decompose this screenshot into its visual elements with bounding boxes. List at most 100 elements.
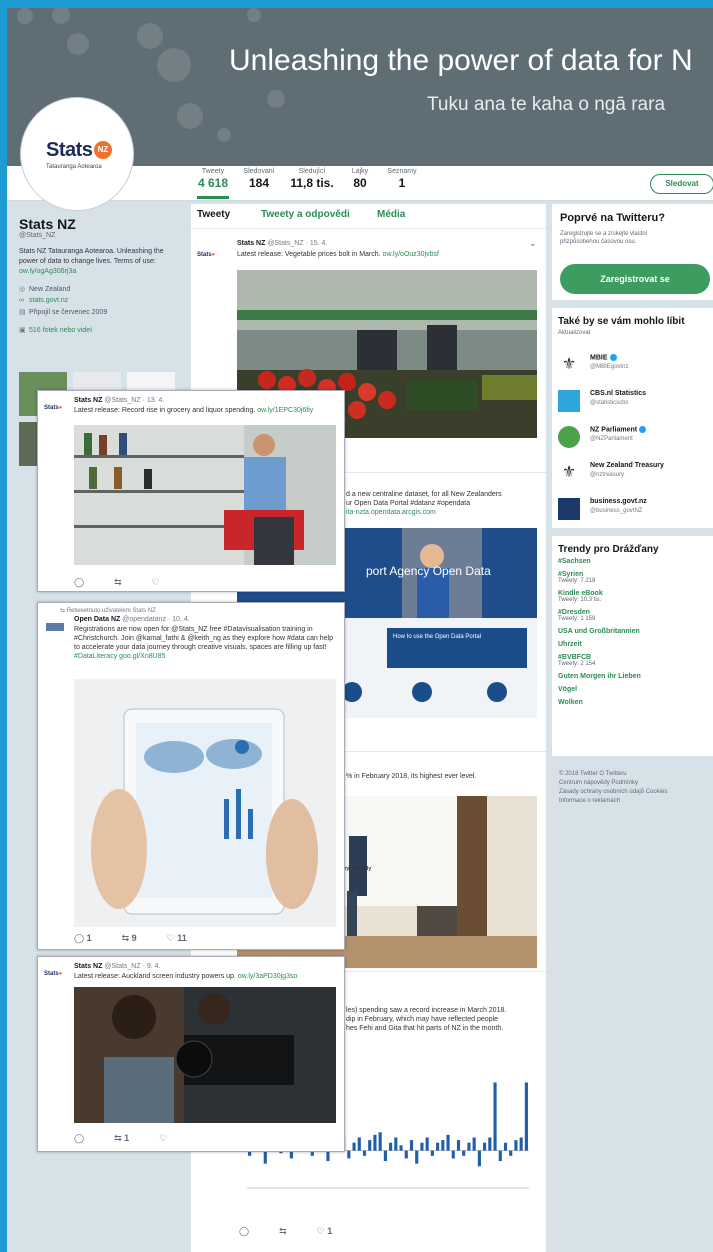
suggestions-module: Také by se vám mohlo líbit Aktualizovat …	[552, 308, 713, 528]
stat-value: 80	[353, 176, 367, 190]
tweet-link[interactable]: ita-nzta.opendata.arcgis.com	[346, 508, 541, 517]
tweet-meta: @Stats_NZ · 9. 4.	[104, 963, 161, 970]
tweet-card-datavis[interactable]: ⇆ Retweetnuto uživatelem Stats NZ Open D…	[37, 602, 345, 950]
suggestion-name-text: MBIE	[590, 354, 608, 362]
stats-avatar-small: Stats●	[197, 252, 216, 258]
retweet-icon[interactable]: ⇆ 9	[122, 933, 137, 944]
suggestion-item[interactable]: ⚜ MBIE @MBIEgovtnz	[558, 350, 708, 384]
chart-bar	[456, 1140, 461, 1151]
retweet-icon[interactable]: ⇆ 1	[114, 1133, 129, 1144]
stat-followers[interactable]: Sledující 11,8 tis.	[287, 168, 337, 190]
profile-handle: @Stats_NZ	[19, 232, 56, 239]
tweet-body-2: ur Open Data Portal #datanz #opendata	[346, 500, 471, 507]
profile-bio-link[interactable]: ow.ly/ogAg306rj3a	[19, 268, 76, 275]
grocery-photo[interactable]	[74, 425, 336, 565]
tweet-meta: @Stats_NZ · 13. 4.	[104, 397, 165, 404]
suggestion-item[interactable]: business.govt.nz @business_govtNZ	[558, 494, 708, 528]
tweet-author[interactable]: Open Data NZ	[74, 616, 120, 623]
tweet-author[interactable]: Stats NZ	[74, 963, 102, 970]
chevron-down-icon[interactable]: ⌄	[529, 238, 537, 249]
twitter-profile-page: Unleashing the power of data for N Tuku …	[7, 8, 713, 1252]
banner-dot	[17, 8, 33, 24]
tab-tweets[interactable]: Tweety	[197, 209, 230, 220]
suggestion-item[interactable]: CBS.nl Statistics @statisticscbs	[558, 386, 708, 420]
stat-label: Tweety	[201, 168, 225, 175]
profile-website: ∞ stats.govt.nz	[19, 297, 179, 304]
like-icon[interactable]: ♡ 11	[167, 933, 187, 944]
tweet-card-grocery[interactable]: Stats● Stats NZ @Stats_NZ · 13. 4. Lates…	[37, 390, 345, 592]
chart-bar	[347, 1150, 351, 1159]
stat-following[interactable]: Sledovaní 184	[241, 168, 277, 190]
signup-button[interactable]: Zaregistrovat se	[560, 264, 710, 294]
trend-item[interactable]: Wolken	[558, 699, 708, 706]
tweet-card-screen-industry[interactable]: Stats● Stats NZ @Stats_NZ · 9. 4. Latest…	[37, 956, 345, 1152]
chart-bar	[409, 1140, 414, 1151]
banner-dot	[247, 8, 261, 22]
tweet-text: d a new centraline dataset, for all New …	[346, 490, 541, 517]
like-icon[interactable]: ♡	[152, 577, 160, 588]
trend-item[interactable]: Uhrzeit	[558, 641, 708, 648]
suggestion-item[interactable]: NZ Parliament @NZParliament	[558, 422, 708, 456]
crest-icon: ⚜	[561, 356, 577, 373]
chart-bar	[498, 1150, 502, 1162]
retweet-icon: ⇆	[60, 608, 67, 614]
trend-item[interactable]: #Syrien Tweety: 7 218	[558, 571, 708, 584]
chart-bar	[394, 1137, 398, 1151]
profile-photos-link[interactable]: 516 fotek nebo videí	[29, 327, 92, 334]
trend-item[interactable]: Guten Morgen ihr Lieben	[558, 673, 708, 680]
tweet-author[interactable]: Stats NZ	[237, 240, 265, 247]
trend-item[interactable]: Kindle eBook Tweety: 10,3 tis.	[558, 590, 708, 603]
profile-website-link[interactable]: stats.govt.nz	[29, 297, 68, 304]
trend-item[interactable]: #Sachsen	[558, 558, 708, 565]
reply-icon[interactable]: ◯ 1	[74, 933, 92, 944]
stat-label: Lajky	[351, 168, 369, 175]
reply-icon[interactable]: ◯	[239, 1226, 249, 1237]
banner-dot	[137, 23, 163, 49]
trend-item[interactable]: Vögel	[558, 686, 708, 693]
trend-item[interactable]: USA und Großbritannien	[558, 628, 708, 635]
chart-bar	[472, 1137, 476, 1151]
trend-item[interactable]: #Dresden Tweety: 1 159	[558, 609, 708, 622]
trend-count: Tweety: 10,3 tis.	[558, 597, 602, 603]
like-icon[interactable]: ♡ 1	[317, 1226, 333, 1237]
profile-photos[interactable]: ▣ 516 fotek nebo videí	[19, 326, 179, 334]
profile-joined-text: Připojil se červenec 2009	[29, 309, 108, 316]
footer-line[interactable]: Informace o reklamách	[559, 797, 713, 806]
follow-button[interactable]: Sledovat	[650, 174, 713, 194]
open-data-avatar[interactable]	[46, 623, 64, 631]
banner-dot	[177, 103, 203, 129]
profile-avatar[interactable]: Stats NZ Tatauranga Aotearoa	[21, 98, 133, 210]
footer-line[interactable]: Zásady ochrany osobních údajů Cookies	[559, 788, 713, 797]
tweet-link[interactable]: ow.ly/oOuz30jvbsf	[383, 251, 439, 258]
reply-icon[interactable]: ◯	[74, 1133, 84, 1144]
reply-icon[interactable]: ◯	[74, 577, 84, 588]
tablet-photo[interactable]	[74, 679, 336, 927]
verified-icon	[639, 426, 647, 433]
stat-likes[interactable]: Lajky 80	[347, 168, 373, 190]
footer-line[interactable]: © 2018 Twitter O Twitteru	[559, 770, 713, 779]
suggestion-handle: @nztreasury	[590, 472, 625, 478]
stat-tweets[interactable]: Tweety 4 618	[197, 168, 229, 199]
tweet-text: Latest release: Vegetable prices bolt in…	[237, 250, 537, 259]
suggestions-refresh[interactable]: Aktualizovat	[558, 330, 590, 336]
footer-line[interactable]: Centrum nápovědy Podmínky	[559, 779, 713, 788]
tweet-body: % in February 2018, its highest ever lev…	[346, 773, 477, 780]
tweet-link[interactable]: ow.ly/3aPD30jg3so	[238, 973, 298, 980]
tweet-link[interactable]: ow.ly/1EPC30j6fiy	[257, 407, 313, 414]
suggestion-item[interactable]: ⚜ New Zealand Treasury @nztreasury	[558, 458, 708, 492]
profile-joined: ▤ Připojil se červenec 2009	[19, 308, 179, 316]
signup-heading: Poprvé na Twitteru?	[560, 212, 665, 224]
stat-lists[interactable]: Seznamy 1	[387, 168, 417, 190]
tweet-link[interactable]: #DataLiteracy goo.gl/Xn8U85	[74, 653, 165, 660]
retweet-icon[interactable]: ⇆	[279, 1226, 287, 1237]
suggestions-heading: Také by se vám mohlo líbit	[558, 316, 685, 327]
profile-name: Stats NZ	[19, 216, 76, 232]
tab-media[interactable]: Média	[377, 209, 405, 220]
camera-photo[interactable]	[74, 987, 336, 1123]
tweet-header: Stats NZ @Stats_NZ · 15. 4.	[237, 240, 327, 247]
tab-tweets-replies[interactable]: Tweety a odpovědi	[261, 209, 350, 220]
like-icon[interactable]: ♡	[159, 1133, 167, 1144]
retweet-icon[interactable]: ⇆	[114, 577, 122, 588]
trend-item[interactable]: #BVBFCB Tweety: 2 154	[558, 654, 708, 667]
tweet-author[interactable]: Stats NZ	[74, 397, 102, 404]
